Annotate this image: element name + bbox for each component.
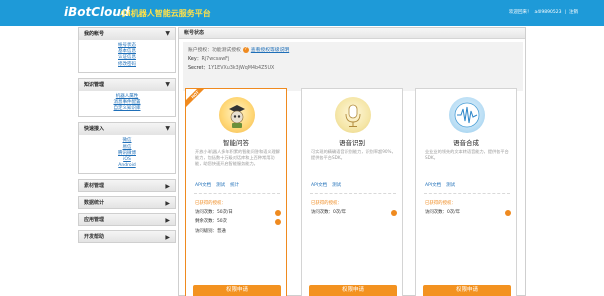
sidebar-link[interactable]: 自定义知识库 [79,106,175,112]
card-title: 语音合成 [453,139,479,147]
auth-level-link[interactable]: 查看授权等级说明 [251,48,289,53]
test-link[interactable]: 测试 [216,183,225,188]
sidebar-section-knowledge: 知识管理 ▼ 机器人属性 消息事件配置 自定义知识库 [78,77,176,118]
caret-right-icon: ▶ [165,200,170,208]
sidebar-link[interactable]: 修改密码 [79,62,175,68]
stats-link[interactable]: 统计 [230,183,239,188]
card-description: 开放小i机器人多年积累的智能问答和语义理解能力，包括数十万级对话库和上百种常用功… [195,149,280,167]
apply-permission-button[interactable]: 权限申请 [193,285,281,296]
caret-down-icon: ▼ [165,30,170,37]
api-doc-link[interactable]: API文档 [195,183,211,188]
caret-right-icon: ▶ [165,217,170,225]
key-value: Rj7wcsawFj [201,57,230,62]
sidebar-header[interactable]: 快速接入 ▼ [79,123,175,136]
welcome-text: 欢迎回来！ [509,10,532,15]
top-header: iBotCloud 小i机器人智能云服务平台 欢迎回来！ a4l9890523 | 注… [0,0,604,26]
apply-permission-button[interactable]: 权限申请 [423,285,511,296]
username[interactable]: a4l9890523 [535,10,562,15]
separator: | [564,10,566,15]
api-doc-link[interactable]: API文档 [425,183,441,188]
graduate-robot-icon [219,97,255,133]
account-value: 功能测试授权 [212,48,241,53]
sidebar-section-quick-access: 快速接入 ▼ 微信 易信 腾讯微博 iOS Android [78,122,176,175]
sidebar-item-statistics[interactable]: 数据统计 ▶ [78,196,176,210]
auth-stats: 已获得的授权： 访问次数：0次/年 [425,199,511,217]
service-card-qa: HOT 智能问答 开放小i机器人多年积累的智能问答和语义理解能力，包括数十万级对… [185,88,287,296]
account-info: 账户授权：功能测试授权? 查看授权等级说明 Key：Rj7wcsawFj Secr… [183,42,523,91]
api-doc-link[interactable]: API文档 [311,183,327,188]
apply-permission-button[interactable]: 权限申请 [309,285,397,296]
auth-stats: 已获得的授权： 访问次数：0次/年 [311,199,397,217]
divider [424,193,510,194]
waveform-icon [449,97,485,133]
info-icon [391,209,397,216]
secret-value: 1Y1EVXu3k3jWqM4b4Z5UX [208,66,275,71]
card-title: 语音识别 [339,139,365,147]
info-icon [275,218,281,225]
service-card-tts: 语音合成 业业业的领先的文本转语音能力，提供各平台SDK。 API文档 测试 已获… [415,88,517,296]
sidebar-header[interactable]: 知识管理 ▼ [79,78,175,91]
main-panel: 帐号状态 账户授权：功能测试授权? 查看授权等级说明 Key：Rj7wcsawFj… [178,27,526,296]
caret-right-icon: ▶ [165,234,170,242]
hot-ribbon: HOT [185,88,207,110]
caret-down-icon: ▼ [165,125,170,133]
service-card-asr: 语音识别 可实现的精确语音识别能力，识别率超90%，提供各平台SDK。 API文… [301,88,403,296]
divider [310,193,396,194]
sidebar-item-materials[interactable]: 素材管理 ▶ [78,179,176,193]
info-icon [275,209,281,216]
auth-stats: 已获得的授权： 访问次数：50次/日 剩余次数：50次 访问级别：普通 [195,199,281,236]
sidebar-header[interactable]: 我的帐号 ▼ [79,28,175,40]
question-icon: ? [242,46,249,53]
sidebar-section-account: 我的帐号 ▼ 帐号状态 基本信息 认证信息 修改密码 [78,27,176,73]
test-link[interactable]: 测试 [332,183,341,188]
test-link[interactable]: 测试 [446,183,455,188]
info-icon [505,209,511,216]
sidebar-item-apps[interactable]: 应用管理 ▶ [78,213,176,227]
caret-right-icon: ▶ [165,183,170,191]
sidebar-link[interactable]: Android [79,163,175,169]
card-description: 可实现的精确语音识别能力，识别率超90%，提供各平台SDK。 [311,149,396,161]
sidebar-item-dev-help[interactable]: 开发帮助 ▶ [78,230,176,244]
tagline: 小i机器人智能云服务平台 [120,9,211,18]
card-title: 智能问答 [223,139,249,147]
secret-label: Secret： [188,66,209,71]
logout-link[interactable]: 注销 [569,10,578,15]
card-description: 业业业的领先的文本转语音能力，提供各平台SDK。 [425,149,509,161]
key-label: Key： [188,57,202,62]
user-bar: 欢迎回来！ a4l9890523 | 注销 [506,9,578,15]
page-title: 帐号状态 [179,28,525,39]
microphone-icon [335,97,371,133]
sidebar: 我的帐号 ▼ 帐号状态 基本信息 认证信息 修改密码 知识管理 ▼ 机器人属性 消息… [78,27,176,247]
account-label: 账户授权： [188,48,212,53]
caret-down-icon: ▼ [165,80,170,88]
divider [194,193,280,194]
